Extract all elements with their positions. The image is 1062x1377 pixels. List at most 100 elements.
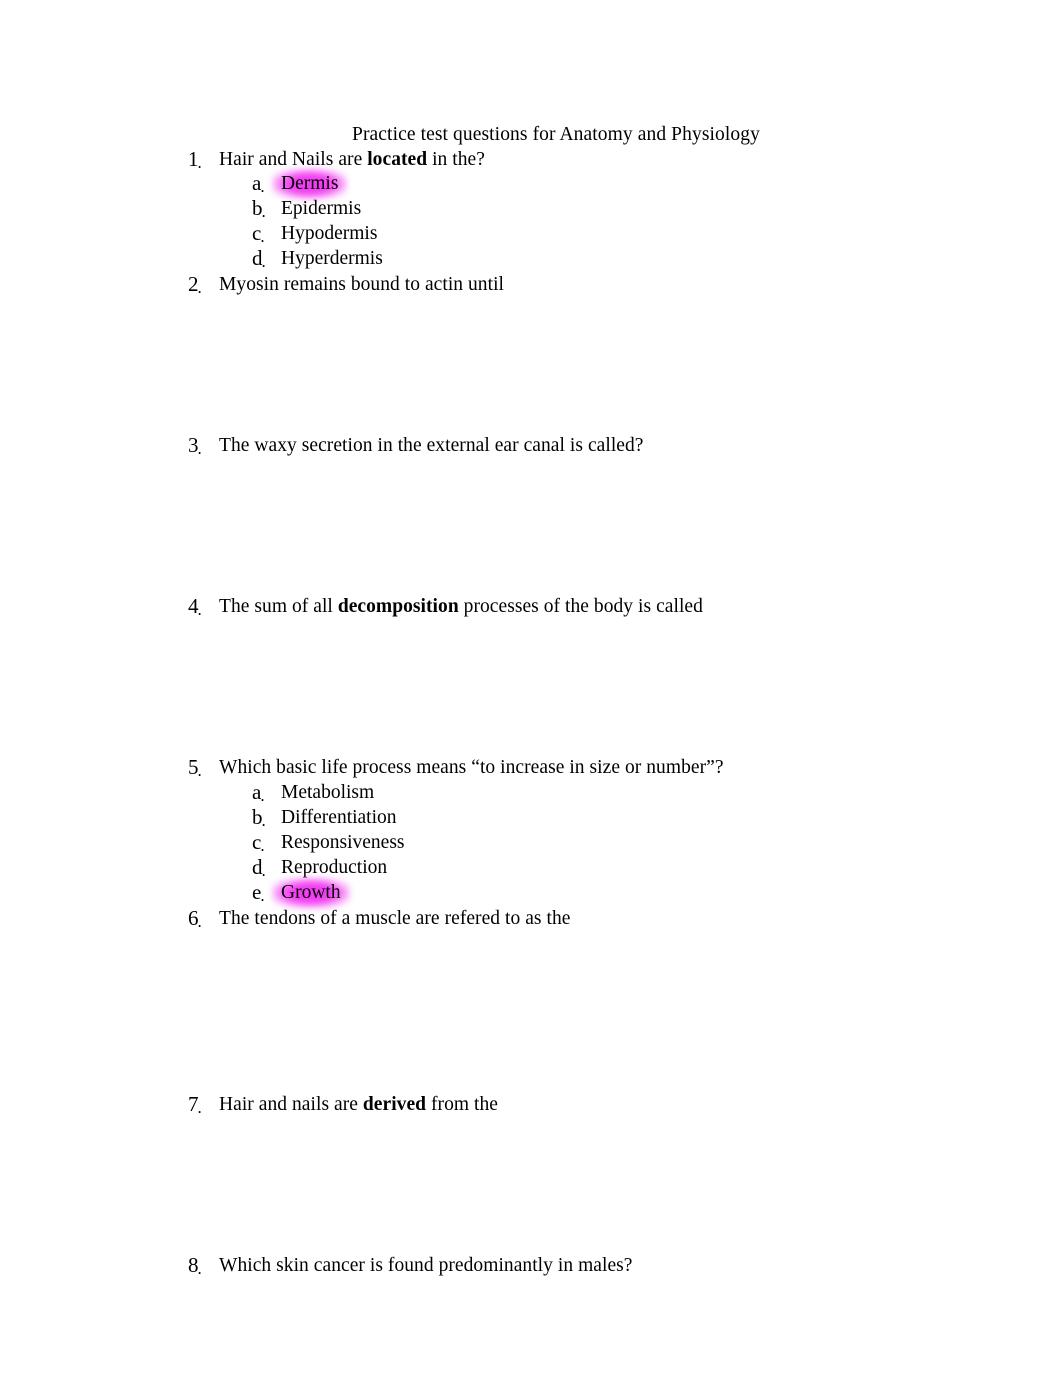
- option-letter: b.: [252, 805, 278, 831]
- question-text: Which skin cancer is found predominantly…: [219, 1253, 633, 1278]
- question-item: 5. Which basic life process means “to inc…: [0, 754, 1062, 780]
- answer-option[interactable]: c. Responsiveness: [0, 830, 1062, 855]
- option-text: Responsiveness: [281, 831, 405, 855]
- question-number-period: .: [197, 761, 202, 780]
- question-number: 3.: [188, 432, 214, 460]
- question-item: 3. The waxy secretion in the external ear…: [0, 432, 1062, 458]
- question-number-period: .: [197, 278, 202, 297]
- question-item: 2. Myosin remains bound to actin until: [0, 271, 1062, 297]
- question-text-segment: The tendons of a muscle are refered to a…: [219, 908, 571, 929]
- answer-option[interactable]: a. Metabolism: [0, 780, 1062, 805]
- question-text: Myosin remains bound to actin until: [219, 272, 504, 297]
- option-text: Metabolism: [281, 781, 374, 805]
- question-text: The waxy secretion in the external ear c…: [219, 433, 644, 458]
- option-label: Differentiation: [281, 807, 397, 828]
- option-label: Metabolism: [281, 782, 375, 803]
- question-text-segment: Which skin cancer is found predominantly…: [219, 1255, 633, 1276]
- option-letter: a.: [252, 171, 278, 197]
- option-text-highlighted: Dermis: [272, 168, 348, 200]
- option-letter-period: .: [261, 861, 266, 880]
- answer-option[interactable]: d. Reproduction: [0, 855, 1062, 880]
- page-title: Practice test questions for Anatomy and …: [352, 124, 760, 145]
- option-label: Growth: [281, 882, 341, 903]
- answer-option[interactable]: c. Hypodermis: [0, 221, 1062, 246]
- answer-option[interactable]: a. Dermis: [0, 168, 1062, 200]
- option-letter-value: b: [252, 196, 263, 220]
- question-item: 6. The tendons of a muscle are refered to…: [0, 905, 1062, 931]
- question-text-segment: The waxy secretion in the external ear c…: [219, 435, 644, 456]
- option-letter-period: .: [261, 811, 266, 830]
- question-number-value: 5: [188, 755, 199, 779]
- question-number-period: .: [197, 600, 202, 619]
- question-number: 4.: [188, 593, 214, 621]
- question-text-segment: processes of the body is called: [458, 596, 703, 617]
- question-text: Which basic life process means “to incre…: [219, 755, 724, 780]
- option-letter: e.: [252, 880, 278, 906]
- question-number-period: .: [197, 439, 202, 458]
- question-text-segment: in the?: [427, 149, 485, 170]
- question-text-segment: from the: [426, 1094, 499, 1115]
- document-page: Practice test questions for Anatomy and …: [0, 0, 1062, 1377]
- question-text-emphasis: located: [367, 149, 428, 170]
- option-label: Hyperdermis: [281, 248, 383, 269]
- question-text-segment: The sum of all: [219, 596, 338, 617]
- question-text: The sum of all decomposition processes o…: [219, 594, 703, 619]
- question-number-period: .: [197, 1259, 202, 1278]
- option-letter-period: .: [260, 227, 265, 246]
- option-letter: a.: [252, 780, 278, 806]
- question-number-value: 4: [188, 594, 199, 618]
- question-text: Hair and Nails are located in the?: [219, 147, 485, 172]
- question-item: 8. Which skin cancer is found predominant…: [0, 1252, 1062, 1278]
- option-letter: d.: [252, 855, 278, 881]
- question-item: 7. Hair and nails are derived from the: [0, 1091, 1062, 1117]
- option-letter-period: .: [260, 886, 265, 905]
- option-letter: c.: [252, 221, 278, 247]
- option-letter: c.: [252, 830, 278, 856]
- option-letter-value: d: [252, 246, 263, 270]
- option-letter-value: d: [252, 855, 263, 879]
- question-number: 6.: [188, 905, 214, 933]
- question-number-value: 6: [188, 906, 199, 930]
- question-text-segment: Hair and Nails are: [219, 149, 368, 170]
- option-text-highlighted: Growth: [272, 877, 350, 909]
- option-letter-period: .: [260, 177, 265, 196]
- question-text-emphasis: derived: [362, 1094, 427, 1115]
- question-text-segment: Hair and nails are: [219, 1094, 363, 1115]
- question-number-value: 1: [188, 147, 199, 171]
- answer-option[interactable]: e. Growth: [0, 877, 1062, 909]
- question-text-segment: Myosin remains bound to actin until: [219, 274, 505, 295]
- option-text: Reproduction: [281, 856, 387, 880]
- option-letter-period: .: [261, 252, 266, 271]
- question-number-value: 2: [188, 272, 199, 296]
- option-text: Hyperdermis: [281, 247, 383, 271]
- question-text-emphasis: decomposition: [337, 596, 459, 617]
- question-number-value: 3: [188, 433, 199, 457]
- option-letter-period: .: [260, 836, 265, 855]
- option-label: Hypodermis: [281, 223, 378, 244]
- option-letter-value: b: [252, 805, 263, 829]
- question-number: 2.: [188, 271, 214, 299]
- question-number: 7.: [188, 1091, 214, 1119]
- option-letter: b.: [252, 196, 278, 222]
- option-text: Hypodermis: [281, 222, 377, 246]
- question-item: 4. The sum of all decomposition processes…: [0, 593, 1062, 619]
- question-number-value: 8: [188, 1253, 199, 1277]
- question-item: 1. Hair and Nails are located in the?: [0, 146, 1062, 172]
- question-text: Hair and nails are derived from the: [219, 1092, 498, 1117]
- question-number: 5.: [188, 754, 214, 782]
- option-text: Differentiation: [281, 806, 397, 830]
- answer-option[interactable]: b. Differentiation: [0, 805, 1062, 830]
- question-text: The tendons of a muscle are refered to a…: [219, 906, 570, 931]
- question-number-period: .: [197, 153, 202, 172]
- option-letter-period: .: [261, 202, 266, 221]
- question-number: 8.: [188, 1252, 214, 1280]
- option-letter-period: .: [260, 786, 265, 805]
- question-number: 1.: [188, 146, 214, 174]
- question-number-period: .: [197, 912, 202, 931]
- answer-option[interactable]: b. Epidermis: [0, 196, 1062, 221]
- option-label: Epidermis: [281, 198, 362, 219]
- question-number-value: 7: [188, 1092, 199, 1116]
- answer-option[interactable]: d. Hyperdermis: [0, 246, 1062, 271]
- question-text-segment: Which basic life process means “to incre…: [219, 757, 724, 778]
- option-text: Epidermis: [281, 197, 361, 221]
